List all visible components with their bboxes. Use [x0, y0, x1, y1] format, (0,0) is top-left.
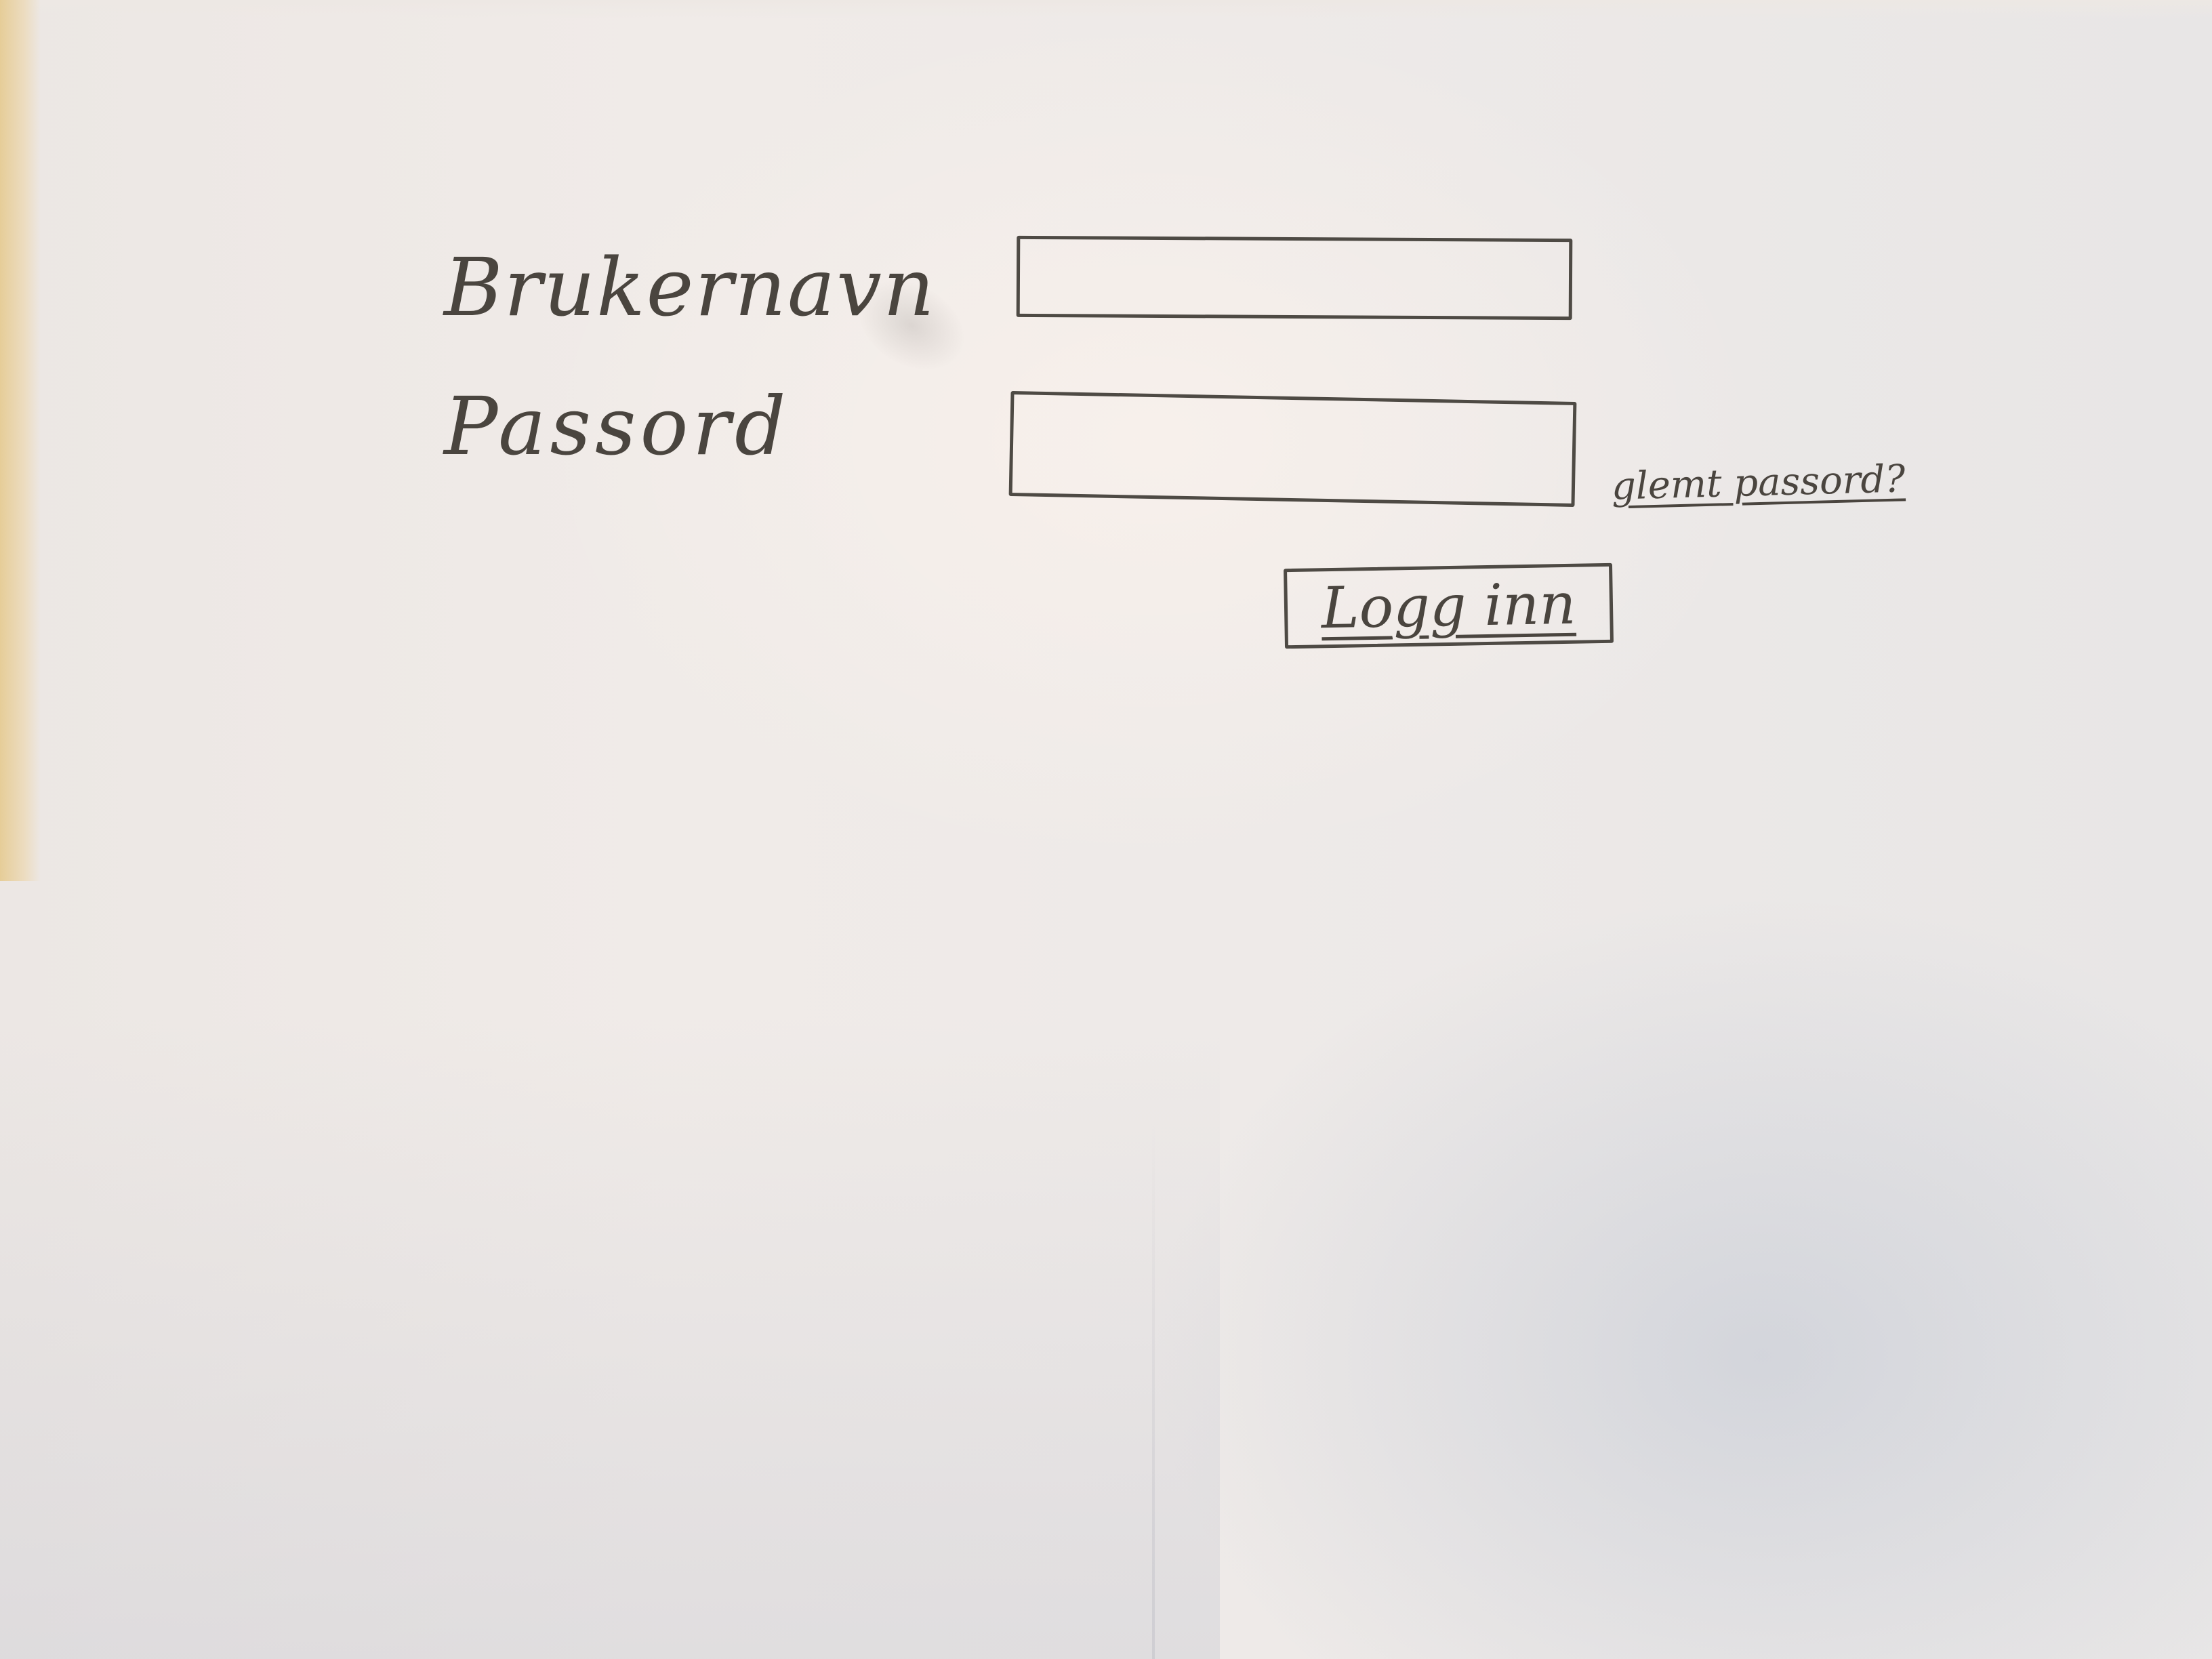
username-input[interactable] [1016, 235, 1573, 321]
shadow-lower [0, 1017, 1220, 1659]
password-input[interactable] [1008, 390, 1577, 508]
paper-fold [1152, 1118, 1155, 1659]
password-label: Passord [444, 380, 790, 473]
paper-left-edge [0, 0, 41, 881]
paper-top-edge [0, 0, 2212, 19]
login-button[interactable]: Logg inn [1284, 562, 1614, 649]
username-label: Brukernavn [444, 241, 936, 334]
login-button-label: Logg inn [1320, 570, 1577, 642]
forgot-password-link[interactable]: glemt passord? [1611, 457, 1906, 508]
shadow-right [1152, 745, 2212, 1659]
